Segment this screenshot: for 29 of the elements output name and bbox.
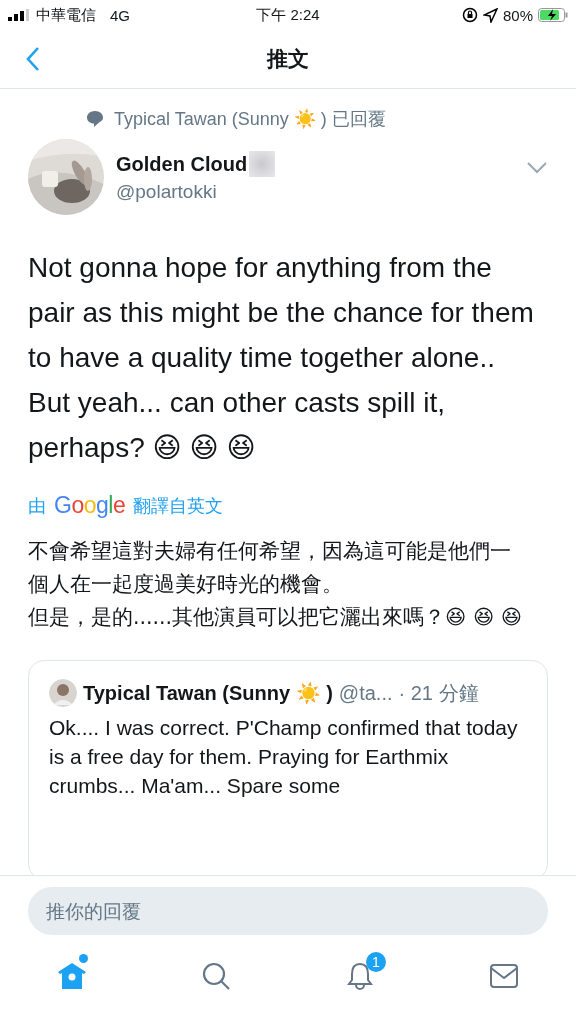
clock: 下午 2:24 <box>256 5 320 25</box>
quoted-tweet-text: Ok.... I was correct. P'Champ confirmed that today is a free day for them. Praying for Earthmix crumbs... Ma'am... Spare some <box>49 715 519 799</box>
tweet-text: Not gonna hope for anything from the pair as this might be the chance for them to have a quality time together alone.. <box>28 251 535 375</box>
reply-context[interactable]: Typical Tawan (Sunny ☀ ) 已回覆 <box>114 107 386 131</box>
translation-label: 翻譯自英文 <box>133 494 224 518</box>
translation-prefix: 由 <box>28 494 46 518</box>
speech-bubble-icon <box>86 110 104 128</box>
carrier-name: 中華電信 <box>36 5 96 25</box>
quoted-author-name: Typical Tawan (Sunny ☀ ) <box>83 681 333 705</box>
battery-charging-icon <box>538 8 568 22</box>
google-logo: Google <box>54 492 126 519</box>
network-type: 4G <box>110 6 130 24</box>
blurred-emoji-icon <box>249 151 276 177</box>
battery-percent: 80% <box>503 6 533 24</box>
signal-icon <box>8 9 30 21</box>
chevron-down-icon[interactable] <box>526 161 548 175</box>
translated-text: 不會希望這對夫婦有任何希望，因為這可能是他們一個人在一起度過美好時光的機會。 <box>28 538 512 598</box>
translated-text: 但是，是的......其他演員可以把它灑出來嗎？😆 😆 😆 <box>28 604 524 631</box>
avatar-icon <box>49 679 77 707</box>
rotation-lock-icon <box>462 7 478 23</box>
location-arrow-icon <box>483 7 498 23</box>
notification-count: 1 <box>366 952 386 972</box>
page-title: 推文 <box>267 46 309 72</box>
author-name[interactable]: Golden Cloud <box>116 152 248 176</box>
tweet-text: But yeah... can other casts spill it, perhaps? 😆 😆 😆 <box>28 386 447 465</box>
quoted-timestamp: · 21 分鐘 <box>398 680 479 706</box>
reply-field[interactable]: 推你的回覆 <box>28 887 548 935</box>
quoted-author-handle: @ta... <box>338 681 393 705</box>
author-handle[interactable]: @polartokki <box>116 181 514 203</box>
